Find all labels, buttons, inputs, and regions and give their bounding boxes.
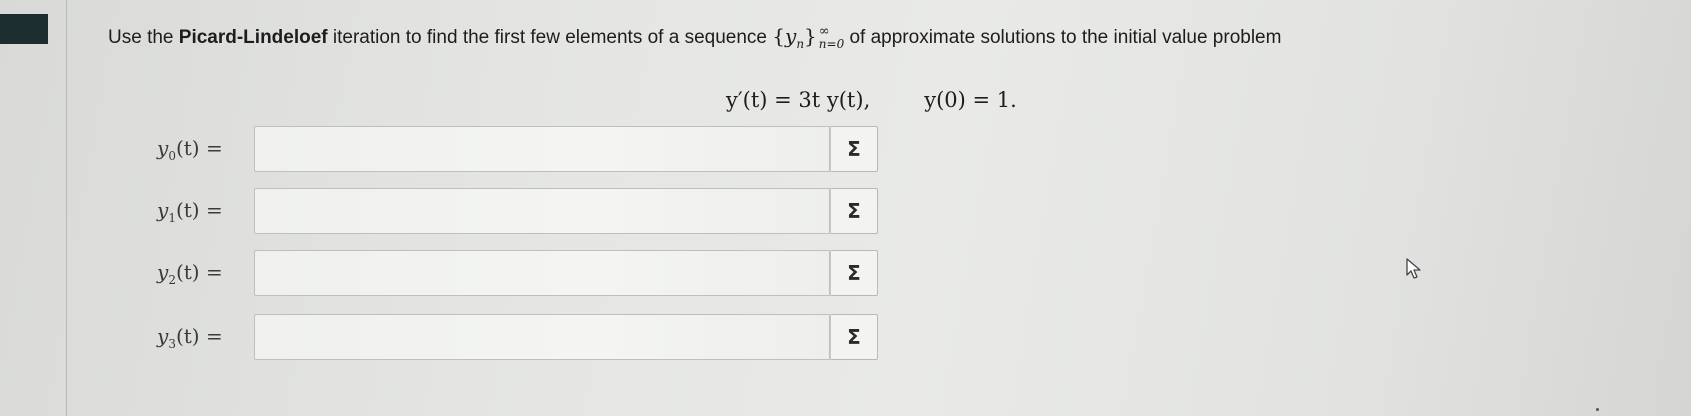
initial-condition: y(0) = 1. [924,88,1017,112]
seq-lower: n=0 [818,36,845,51]
seq-sub: n [796,37,805,51]
speck [1596,408,1599,411]
mouse-pointer-icon [1405,258,1423,285]
row-label: y0(t) = [157,136,223,163]
sigma-icon: Σ [847,199,861,223]
ivp-equation: y′(t) = 3t y(t), y(0) = 1. [726,88,1017,112]
row-label: y1(t) = [157,198,223,225]
question-prompt: Use the Picard-Lindeloef iteration to fi… [108,24,1668,51]
sigma-icon: Σ [847,261,861,285]
prompt-middle: iteration to find the first few elements… [327,27,773,48]
sigma-icon: Σ [847,325,861,349]
ode: y′(t) = 3t y(t), [726,88,871,112]
sequence-notation: {yn} ∞ n=0 [772,23,845,51]
left-border [66,0,67,416]
sigma-button[interactable]: Σ [830,126,878,172]
prompt-after: of approximate solutions to the initial … [844,27,1282,48]
corner-block [0,14,48,44]
sigma-button[interactable]: Σ [830,314,878,360]
row-label: y3(t) = [157,324,223,351]
prompt-bold: Picard-Lindeloef [178,27,328,48]
seq-sup: ∞ [818,23,830,39]
answer-input-y2[interactable] [254,250,830,296]
seq-var: y [785,24,797,48]
sigma-button[interactable]: Σ [830,250,878,296]
answer-input-y0[interactable] [254,126,830,172]
sigma-button[interactable]: Σ [830,188,878,234]
sigma-icon: Σ [847,137,861,161]
answer-input-y3[interactable] [254,314,830,360]
answer-input-y1[interactable] [254,188,830,234]
prompt-before: Use the [108,27,179,48]
row-label: y2(t) = [157,260,223,287]
